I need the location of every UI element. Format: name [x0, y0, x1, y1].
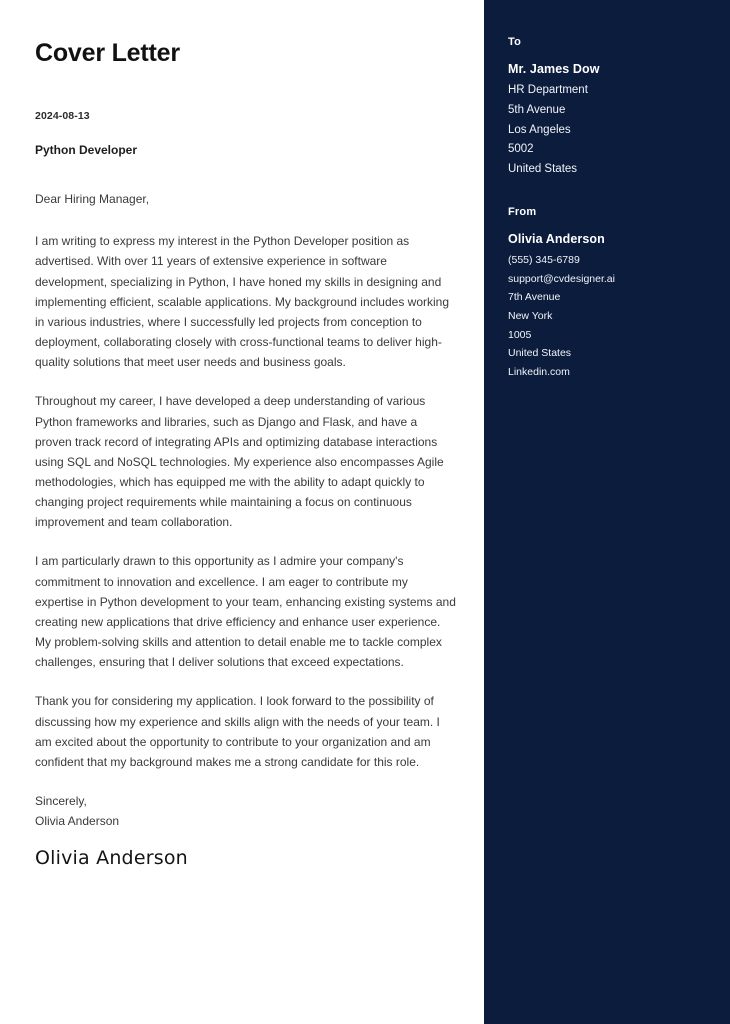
sender-linkedin-link[interactable]: Linkedin.com: [508, 363, 710, 382]
recipient-label: To: [508, 36, 522, 48]
page-title: Cover Letter: [35, 39, 180, 67]
job-title: Python Developer: [35, 142, 138, 157]
letter-body-column: Cover Letter 2024-08-13 Python Developer…: [0, 0, 484, 1024]
recipient-name: Mr. James Dow: [508, 62, 600, 76]
sender-address-line: United States: [508, 347, 572, 360]
sender-address-line: 7th Avenue: [508, 291, 561, 304]
sender-block: From Olivia Anderson (555) 345-6789 supp…: [508, 206, 710, 382]
recipient-address-line: 5th Avenue: [508, 103, 566, 116]
recipient-block: To Mr. James Dow HR Department 5th Avenu…: [508, 36, 710, 180]
recipient-address-line: Los Angeles: [508, 123, 571, 136]
letter-paragraph: Throughout my career, I have developed a…: [35, 394, 444, 530]
letter-paragraph: I am writing to express my interest in t…: [35, 234, 449, 370]
letter-date: 2024-08-13: [35, 109, 90, 122]
recipient-address-line: HR Department: [508, 84, 588, 96]
sender-label: From: [508, 205, 537, 218]
closing-block: Sincerely, Olivia Anderson: [35, 791, 456, 831]
salutation: Dear Hiring Manager,: [35, 191, 150, 206]
sender-address-line: New York: [508, 309, 553, 322]
sender-phone: (555) 345-6789: [508, 253, 580, 266]
closing-name: Olivia Anderson: [35, 814, 120, 829]
sender-name: Olivia Anderson: [508, 231, 605, 246]
cover-letter-page: Cover Letter 2024-08-13 Python Developer…: [0, 0, 730, 1024]
recipient-address-line: United States: [508, 163, 578, 176]
contact-sidebar: To Mr. James Dow HR Department 5th Avenu…: [484, 0, 730, 1024]
sender-email[interactable]: support@cvdesigner.ai: [508, 270, 710, 289]
recipient-address-line: 5002: [508, 143, 534, 156]
sender-address-line: 1005: [508, 328, 532, 341]
closing-salutation: Sincerely,: [35, 794, 87, 809]
letter-paragraph: Thank you for considering my application…: [35, 694, 440, 769]
letter-paragraph: I am particularly drawn to this opportun…: [35, 554, 456, 670]
signature: Olivia Anderson: [35, 847, 188, 870]
